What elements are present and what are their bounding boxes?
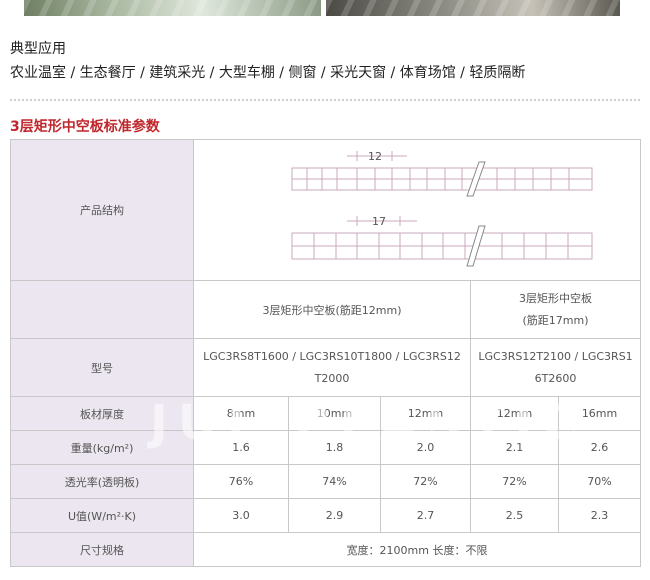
- table-cell: 74%: [288, 464, 381, 499]
- model-a-line2: T2000: [314, 371, 350, 385]
- size-value: 宽度：2100mm 长度：不限: [192, 532, 642, 567]
- header-photos: [0, 0, 650, 18]
- table-cell: 2.5: [470, 498, 559, 533]
- thickness-label: 板材厚度: [10, 396, 194, 431]
- table-cell: 2.6: [557, 430, 642, 465]
- transmittance-label: 透光率(透明板): [10, 464, 194, 499]
- variant-label-empty: [10, 280, 194, 339]
- table-row: 尺寸规格 宽度：2100mm 长度：不限: [10, 532, 642, 567]
- structure-diagram: 12 17: [291, 150, 593, 266]
- model-b-line2: 6T2600: [534, 371, 577, 385]
- weight-label: 重量(kg/m²): [10, 430, 194, 465]
- table-cell: 76%: [193, 464, 289, 499]
- greenhouse-photo: [24, 0, 321, 16]
- table-title: 3层矩形中空板标准参数: [10, 119, 160, 135]
- table-cell: 2.3: [557, 498, 642, 533]
- dimension-label-17: 17: [372, 215, 386, 228]
- parameters-table: 产品结构 12 17 3层矩形中空板(筋距12mm) 3层矩形中空板 (筋距17…: [10, 139, 642, 567]
- table-cell: 2.7: [380, 498, 471, 533]
- table-cell: 1.6: [193, 430, 289, 465]
- table-row: 型号 LGC3RS8T1600 / LGC3RS10T1800 / LGC3RS…: [10, 338, 642, 397]
- table-row: 3层矩形中空板(筋距12mm) 3层矩形中空板 (筋距17mm): [10, 280, 642, 339]
- model-b: LGC3RS12T2100 / LGC3RS1 6T2600: [469, 338, 642, 397]
- variant-b: 3层矩形中空板 (筋距17mm): [469, 280, 642, 339]
- panel-17mm: [291, 215, 593, 259]
- table-cell: 2.1: [470, 430, 559, 465]
- roof-photo: [326, 0, 620, 16]
- table-cell: 70%: [557, 464, 642, 499]
- table-cell: 3.0: [193, 498, 289, 533]
- model-a-line1: LGC3RS8T1600 / LGC3RS10T1800 / LGC3RS12: [203, 349, 461, 363]
- table-row: 重量(kg/m²) 1.6 1.8 2.0 2.1 2.6: [10, 430, 642, 465]
- table-row: 产品结构 12 17: [10, 139, 642, 281]
- table-cell: 2.0: [380, 430, 471, 465]
- photo-sheen: [24, 0, 321, 16]
- table-cell: 16mm: [557, 396, 642, 431]
- model-a: LGC3RS8T1600 / LGC3RS10T1800 / LGC3RS12 …: [193, 338, 471, 397]
- table-row: 板材厚度 8mm 10mm 12mm 12mm 16mm: [10, 396, 642, 431]
- panel-12mm: [291, 150, 593, 190]
- applications-list: 农业温室 / 生态餐厅 / 建筑采光 / 大型车棚 / 侧窗 / 采光天窗 / …: [10, 65, 526, 81]
- dimension-label-12: 12: [368, 150, 382, 163]
- table-cell: 1.8: [288, 430, 381, 465]
- structure-label: 产品结构: [10, 139, 194, 281]
- table-cell: 12mm: [380, 396, 471, 431]
- table-cell: 10mm: [288, 396, 381, 431]
- applications-title: 典型应用: [10, 41, 66, 57]
- variant-a: 3层矩形中空板(筋距12mm): [193, 280, 471, 339]
- section-divider: [10, 99, 640, 101]
- structure-diagram-cell: 12 17: [192, 139, 642, 281]
- table-cell: 8mm: [193, 396, 289, 431]
- table-cell: 72%: [470, 464, 559, 499]
- table-row: 透光率(透明板) 76% 74% 72% 72% 70%: [10, 464, 642, 499]
- variant-b-line2: (筋距17mm): [522, 313, 589, 327]
- size-label: 尺寸规格: [10, 532, 194, 567]
- table-cell: 2.9: [288, 498, 381, 533]
- model-label: 型号: [10, 338, 194, 397]
- variant-b-line1: 3层矩形中空板: [519, 291, 593, 305]
- model-b-line1: LGC3RS12T2100 / LGC3RS1: [478, 349, 633, 363]
- table-row: U值(W/m²·K) 3.0 2.9 2.7 2.5 2.3: [10, 498, 642, 533]
- photo-sheen: [326, 0, 620, 16]
- table-cell: 12mm: [470, 396, 559, 431]
- table-cell: 72%: [380, 464, 471, 499]
- u-value-label: U值(W/m²·K): [10, 498, 194, 533]
